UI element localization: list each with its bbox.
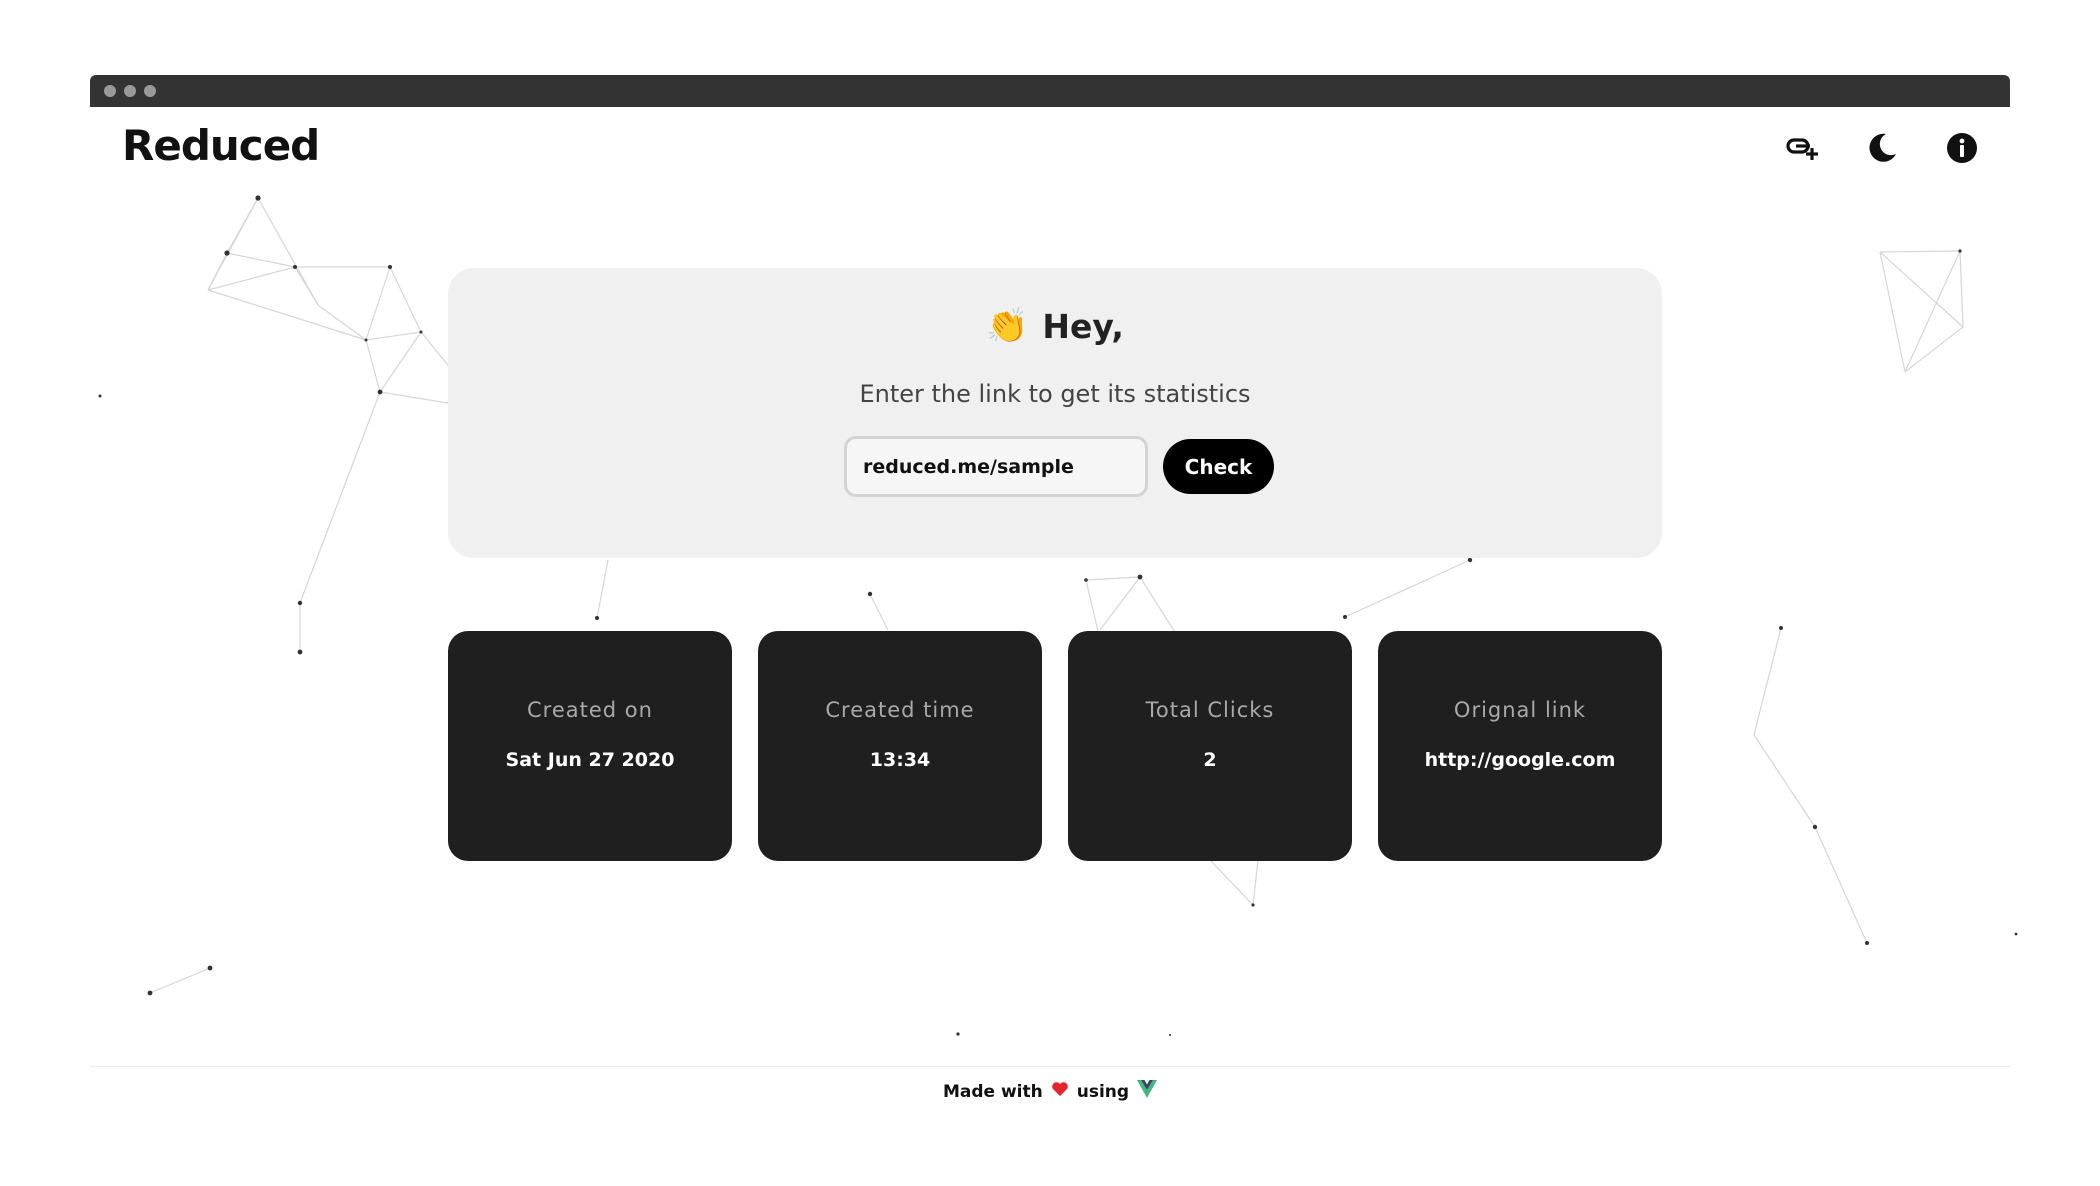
info-icon[interactable] <box>1942 128 1982 168</box>
original-link-value[interactable]: http://google.com <box>1378 749 1662 771</box>
dark-mode-moon-icon[interactable] <box>1862 128 1902 168</box>
check-button[interactable]: Check <box>1163 439 1274 494</box>
vue-logo-icon[interactable] <box>1137 1080 1158 1103</box>
app-logo[interactable]: Reduced <box>122 121 320 170</box>
stat-label: Created time <box>825 698 975 722</box>
stat-card-original-link: Orignal link http://google.com <box>1378 631 1662 861</box>
lookup-instructions: Enter the link to get its statistics <box>859 380 1251 408</box>
window-dot-icon <box>124 85 136 97</box>
browser-window-bar <box>90 75 2010 107</box>
stat-value: Sat Jun 27 2020 <box>505 749 675 771</box>
stat-value: 13:34 <box>869 749 931 771</box>
greeting-text: Hey, <box>1042 306 1124 346</box>
window-dot-icon <box>144 85 156 97</box>
particle-network-background <box>98 195 2018 1036</box>
footer-using: using <box>1076 1081 1130 1102</box>
heart-icon <box>1051 1081 1069 1102</box>
add-link-icon[interactable] <box>1783 128 1823 168</box>
window-dot-icon <box>104 85 116 97</box>
greeting-heading: 👏 Hey, <box>448 306 1662 346</box>
link-lookup-card: 👏 Hey, Enter the link to get its statist… <box>448 268 1662 558</box>
footer-made-with: Made with <box>942 1081 1043 1102</box>
stat-card-created-time: Created time 13:34 <box>758 631 1042 861</box>
stat-label: Orignal link <box>1453 698 1587 722</box>
short-link-input[interactable] <box>844 436 1148 497</box>
footer: Made with using <box>0 1080 2100 1103</box>
stat-card-total-clicks: Total Clicks 2 <box>1068 631 1352 861</box>
clapping-hands-icon: 👏 <box>986 306 1029 346</box>
stat-label: Created on <box>527 698 653 722</box>
stat-label: Total Clicks <box>1145 698 1275 722</box>
stat-card-created-on: Created on Sat Jun 27 2020 <box>448 631 732 861</box>
stat-value: 2 <box>1203 749 1217 771</box>
footer-divider <box>90 1066 2010 1067</box>
